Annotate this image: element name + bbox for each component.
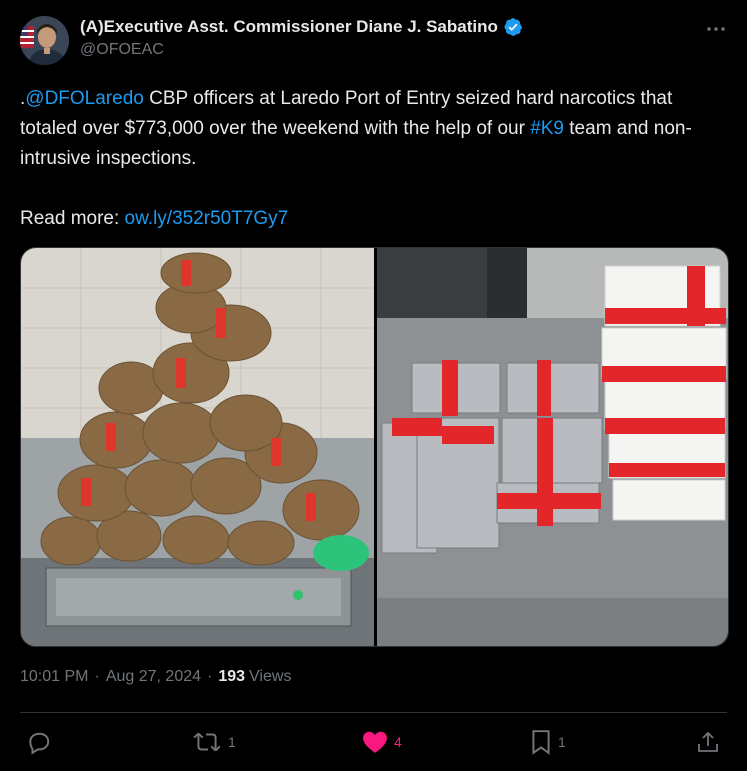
bookmark-button[interactable]: 1 <box>530 725 566 759</box>
post-time[interactable]: 10:01 PM <box>20 668 88 686</box>
more-icon[interactable] <box>705 18 727 40</box>
photo-narcotics-bricks[interactable] <box>377 248 728 646</box>
action-bar: 1 4 1 <box>20 725 727 759</box>
repost-button[interactable]: 1 <box>192 725 236 759</box>
post-meta: 10:01 PM · Aug 27, 2024 · 193 Views <box>20 668 291 686</box>
photo-narcotics-scale[interactable] <box>21 248 374 646</box>
views-label: Views <box>249 668 292 685</box>
divider <box>20 712 727 713</box>
like-button[interactable]: 4 <box>362 725 402 759</box>
read-more-link[interactable]: ow.ly/352r50T7Gy7 <box>125 208 289 229</box>
repost-icon <box>192 729 222 755</box>
like-count: 4 <box>394 734 402 750</box>
heart-icon <box>362 730 388 754</box>
mention-link[interactable]: @DFOLaredo <box>25 88 144 109</box>
author-display-name[interactable]: (A)Executive Asst. Commissioner Diane J.… <box>80 17 498 37</box>
views-count: 193 <box>218 668 246 685</box>
tweet: (A)Executive Asst. Commissioner Diane J.… <box>0 0 747 771</box>
hashtag-link[interactable]: #K9 <box>530 118 564 139</box>
share-button[interactable] <box>696 725 720 759</box>
repost-count: 1 <box>228 734 236 750</box>
bookmark-count: 1 <box>558 734 566 750</box>
author-block: (A)Executive Asst. Commissioner Diane J.… <box>80 16 523 59</box>
meta-separator: · <box>207 668 213 685</box>
reply-icon <box>26 729 52 755</box>
bookmark-icon <box>530 729 552 755</box>
meta-separator: · <box>94 668 100 685</box>
post-date[interactable]: Aug 27, 2024 <box>106 668 201 686</box>
avatar[interactable] <box>20 16 69 65</box>
media-grid <box>20 247 729 647</box>
verified-badge-icon <box>503 17 523 37</box>
reply-button[interactable] <box>26 725 58 759</box>
post-text: .@DFOLaredo CBP officers at Laredo Port … <box>20 84 725 234</box>
share-icon <box>696 729 720 755</box>
read-more-label: Read more: <box>20 208 125 229</box>
author-handle[interactable]: @OFOEAC <box>80 41 523 59</box>
